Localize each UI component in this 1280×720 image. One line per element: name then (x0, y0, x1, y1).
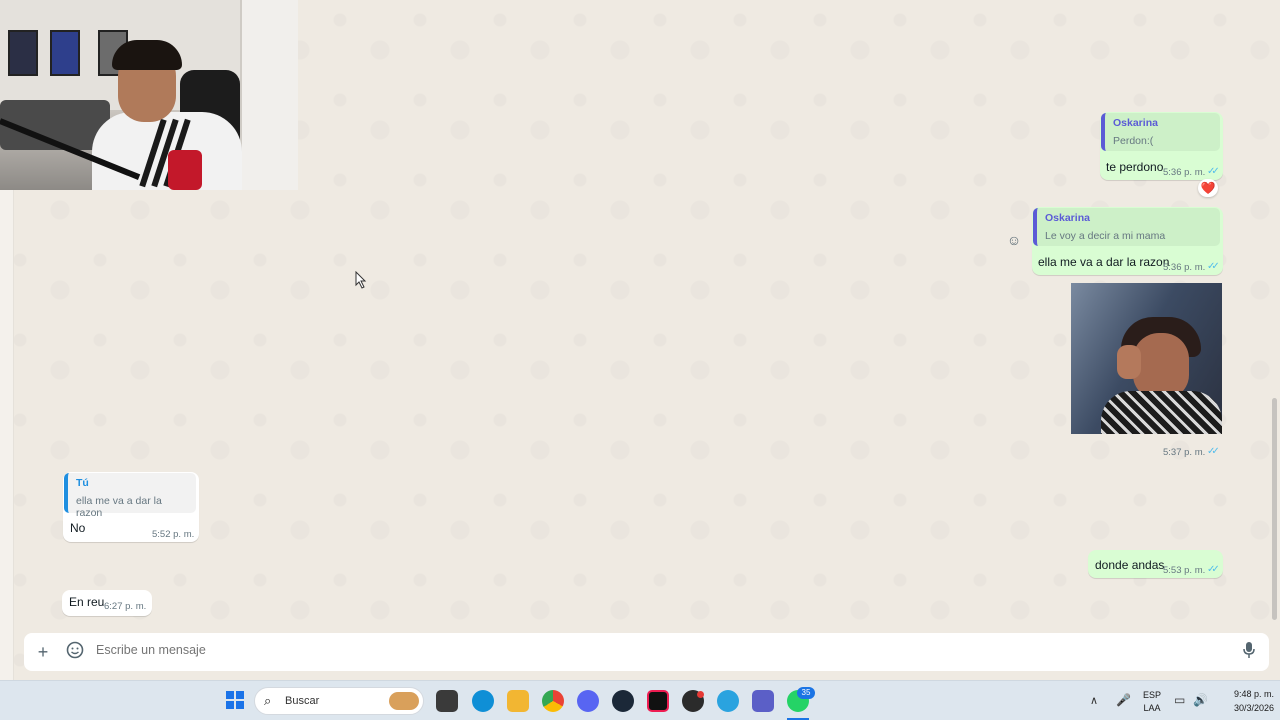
quoted-message[interactable]: Tú ella me va a dar la razon (64, 473, 196, 519)
message-text: donde andas (1095, 558, 1165, 572)
whatsapp-unread-badge: 35 (797, 687, 815, 699)
outgoing-message[interactable]: Oskarina Le voy a decir a mi mama ella m… (1032, 207, 1223, 275)
webcam-poster (8, 30, 38, 76)
incoming-message[interactable]: Tú ella me va a dar la razon No 5:52 p. … (63, 472, 199, 542)
webcam-overlay (0, 0, 298, 190)
quote-text: Le voy a decir a mi mama (1045, 230, 1166, 242)
message-time: 5:36 p. m. (1163, 167, 1206, 178)
clock-time[interactable]: 9:48 p. m. (1214, 689, 1274, 699)
tiktok-icon[interactable] (647, 690, 669, 712)
chat-scrollbar[interactable] (1272, 398, 1277, 620)
taskbar-search[interactable]: ⌕ Buscar (254, 687, 424, 715)
search-icon: ⌕ (264, 693, 272, 708)
sticker-icon[interactable] (64, 641, 86, 663)
file-explorer-icon[interactable] (436, 690, 458, 712)
heart-reaction-icon[interactable]: ❤️ (1198, 179, 1218, 197)
tray-chevron-icon[interactable]: ∧ (1090, 694, 1098, 707)
input-language-line1[interactable]: ESP (1140, 690, 1164, 700)
message-time: 5:36 p. m. (1163, 262, 1206, 273)
windows-start-icon[interactable] (224, 690, 246, 712)
webcam-mic (168, 150, 202, 190)
search-highlight-icon (389, 692, 419, 710)
mic-icon[interactable] (1238, 641, 1260, 663)
search-label: Buscar (285, 695, 320, 707)
quoted-message[interactable]: Oskarina Le voy a decir a mi mama (1033, 208, 1220, 246)
message-time: 5:52 p. m. (152, 529, 195, 540)
message-time: 5:37 p. m. (1163, 447, 1206, 458)
quoted-message[interactable]: Oskarina Perdon:( (1101, 113, 1220, 151)
message-time: 5:53 p. m. (1163, 565, 1206, 576)
quote-text: Perdon:( (1113, 135, 1154, 147)
telegram-icon[interactable] (717, 690, 739, 712)
quote-text: ella me va a dar la razon (76, 495, 162, 519)
message-text: te perdono (1106, 160, 1164, 174)
read-ticks-icon: ✓✓ (1207, 261, 1220, 272)
image-message[interactable] (1071, 283, 1222, 434)
plus-icon[interactable]: + (32, 641, 54, 663)
incoming-message[interactable]: En reu 6:27 p. m. (62, 590, 152, 616)
network-icon[interactable]: ▭ (1174, 693, 1185, 707)
input-language-line2[interactable]: LAA (1140, 703, 1164, 713)
webcam-poster (50, 30, 80, 76)
photo-hand (1117, 345, 1141, 379)
message-text: No (70, 521, 86, 535)
quote-author: Oskarina (1113, 117, 1158, 129)
message-time: 6:27 p. m. (104, 601, 147, 612)
quote-author: Tú (76, 477, 89, 489)
windows-taskbar: ⌕ Buscar ∧ 🎤 ESP LAA ▭ 🔊 9:48 p. m. 30/3… (0, 680, 1280, 720)
message-text: En reu (69, 595, 105, 609)
message-text: ella me va a dar la razon (1038, 255, 1170, 269)
outgoing-message[interactable]: donde andas 5:53 p. m. ✓✓ (1088, 550, 1223, 578)
message-input[interactable] (96, 643, 1196, 657)
webcam-hair (112, 40, 182, 70)
quote-author: Oskarina (1045, 212, 1090, 224)
steam-icon[interactable] (612, 690, 634, 712)
notification-dot-icon (697, 691, 704, 698)
chrome-icon[interactable] (542, 690, 564, 712)
photo-face (1133, 333, 1189, 399)
read-ticks-icon: ✓✓ (1207, 166, 1220, 177)
mouse-cursor-icon (355, 271, 367, 289)
webcam-door (240, 0, 298, 190)
read-ticks-icon: ✓✓ (1207, 564, 1220, 575)
folder-icon[interactable] (507, 690, 529, 712)
teams-icon[interactable] (752, 690, 774, 712)
react-emoji-icon[interactable]: ☺ (1004, 230, 1024, 250)
edge-icon[interactable] (472, 690, 494, 712)
photo-body (1101, 391, 1222, 434)
tray-mic-icon[interactable]: 🎤 (1116, 693, 1131, 707)
read-ticks-icon: ✓✓ (1207, 446, 1220, 457)
volume-icon[interactable]: 🔊 (1193, 693, 1208, 707)
message-composer: + (24, 633, 1269, 671)
outgoing-message[interactable]: Oskarina Perdon:( te perdono 5:36 p. m. … (1100, 112, 1223, 180)
clock-date[interactable]: 30/3/2026 (1214, 703, 1274, 713)
discord-icon[interactable] (577, 690, 599, 712)
